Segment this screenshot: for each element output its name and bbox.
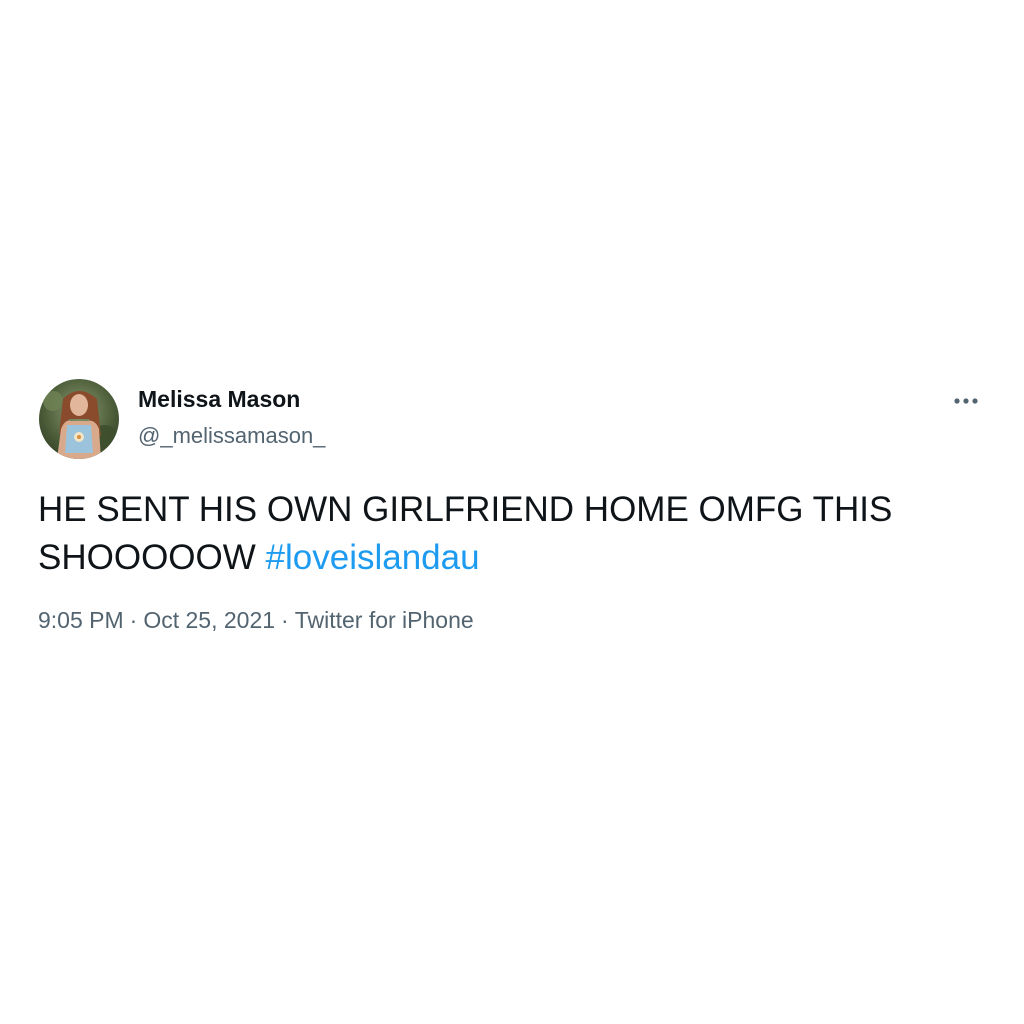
tweet-source[interactable]: Twitter for iPhone: [295, 607, 474, 633]
meta-separator: ·: [129, 607, 138, 633]
tweet-metadata: 9:05 PM · Oct 25, 2021 · Twitter for iPhone: [38, 607, 474, 634]
more-options-button[interactable]: [946, 386, 986, 416]
hashtag-link[interactable]: #loveislandau: [266, 538, 480, 577]
avatar[interactable]: [39, 379, 119, 459]
tweet-time[interactable]: 9:05 PM: [38, 607, 124, 633]
author-handle[interactable]: @_melissamason_: [138, 423, 325, 449]
profile-photo-avatar-icon: [39, 379, 119, 459]
tweet-text: HE SENT HIS OWN GIRLFRIEND HOME OMFG THI…: [38, 486, 978, 582]
tweet-card: Melissa Mason @_melissamason_ HE SENT HI…: [0, 0, 1024, 1024]
author-display-name[interactable]: Melissa Mason: [138, 386, 300, 413]
more-horizontal-icon: [954, 398, 978, 404]
meta-separator: ·: [281, 607, 289, 633]
tweet-date[interactable]: Oct 25, 2021: [143, 607, 275, 633]
